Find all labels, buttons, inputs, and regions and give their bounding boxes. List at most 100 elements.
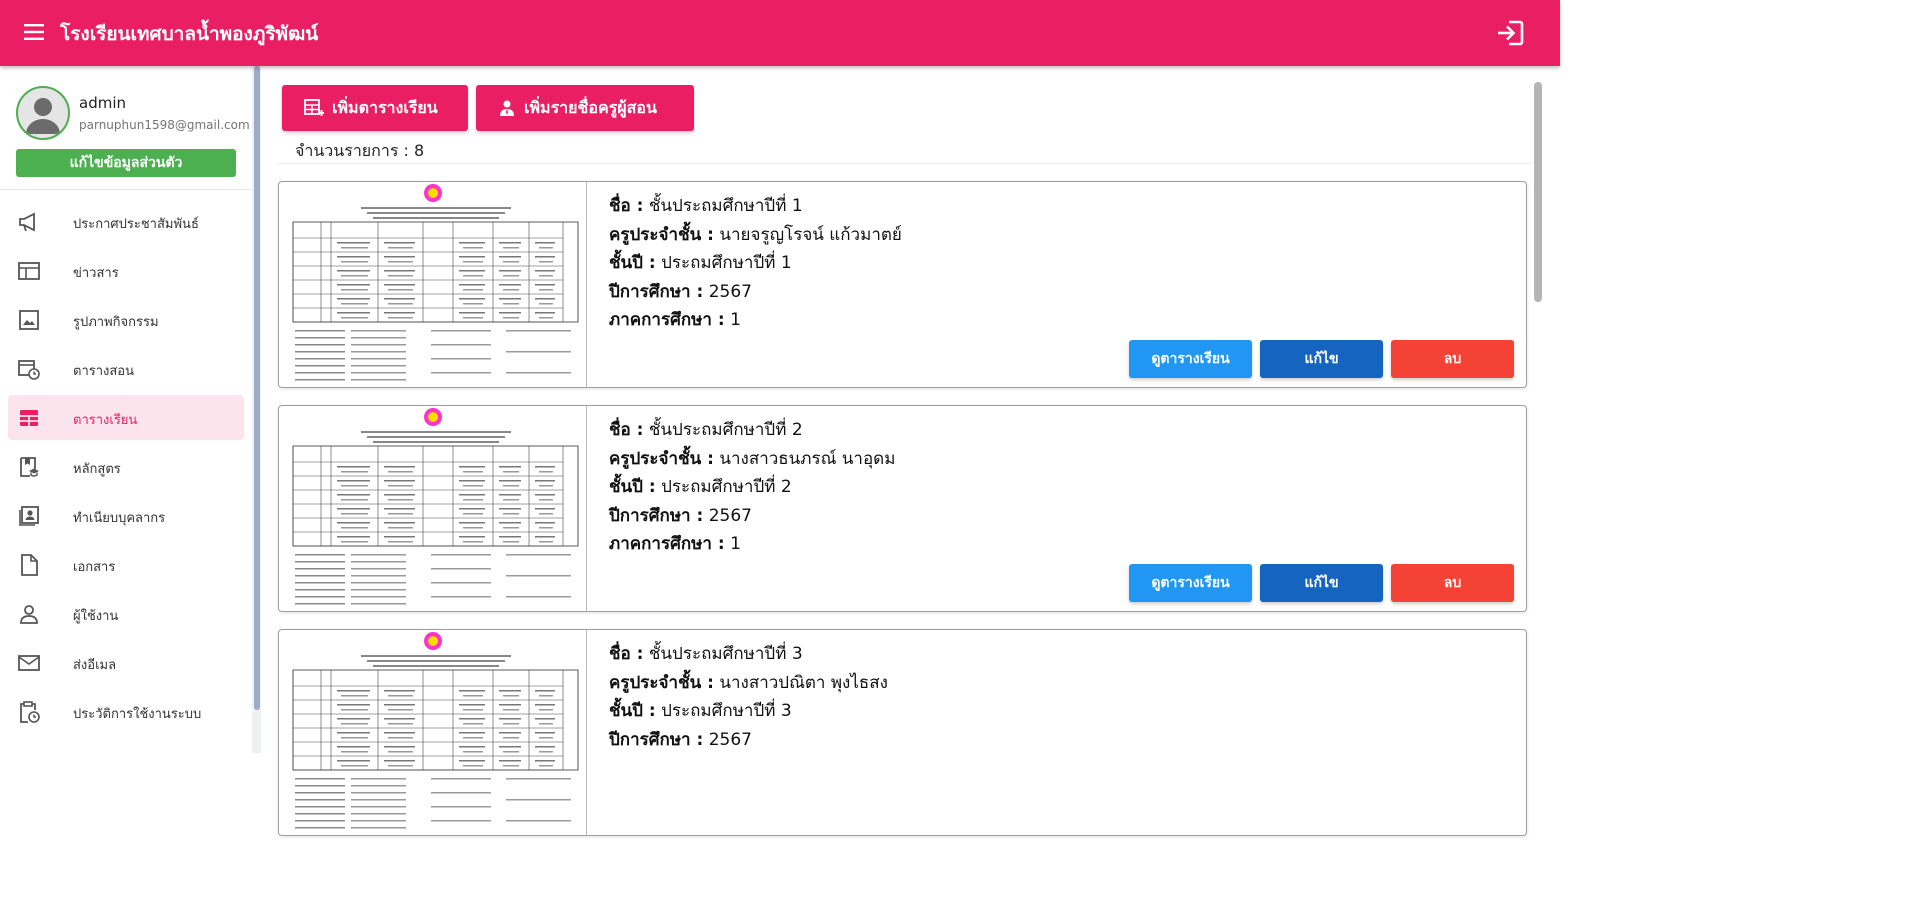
sidebar-item-personnel-directory[interactable]: ทำเนียบบุคลากร bbox=[8, 493, 244, 538]
card-info: ชื่อ : ชั้นประถมศึกษาปีที่ 2 ครูประจำชั้… bbox=[609, 416, 895, 559]
thumb-footer-text bbox=[351, 603, 406, 605]
card-name: ชั้นประถมศึกษาปีที่ 2 bbox=[648, 420, 803, 440]
thumb-footer-text bbox=[351, 379, 406, 381]
thumb-heading-line bbox=[361, 655, 511, 657]
table-icon bbox=[20, 410, 38, 426]
thumb-cell-text bbox=[459, 536, 485, 538]
thumb-footer-text bbox=[351, 785, 406, 787]
thumb-cell-text bbox=[539, 513, 553, 515]
edit-button[interactable]: แก้ไข bbox=[1260, 564, 1383, 602]
thumb-cell-text bbox=[539, 709, 553, 711]
sidebar-item-activity-images[interactable]: รูปภาพกิจกรรม bbox=[8, 297, 244, 342]
thumb-footer-text bbox=[351, 561, 406, 563]
sidebar-item-announcements[interactable]: ประกาศประชาสัมพันธ์ bbox=[8, 199, 244, 244]
news-icon bbox=[18, 262, 40, 280]
thumb-footer-text bbox=[295, 365, 345, 367]
year-label: ปีการศึกษา : bbox=[609, 281, 704, 302]
sidebar-item-users[interactable]: ผู้ใช้งาน bbox=[8, 591, 244, 636]
delete-button[interactable]: ลบ bbox=[1391, 564, 1514, 602]
thumb-footer-text bbox=[295, 820, 345, 822]
add-schedule-button[interactable]: เพิ่มตารางเรียน bbox=[282, 85, 468, 131]
sidebar-item-documents[interactable]: เอกสาร bbox=[8, 542, 244, 587]
thumb-cell-text bbox=[539, 499, 553, 501]
thumb-cell-text bbox=[535, 718, 555, 720]
thumb-cell-text bbox=[384, 298, 415, 300]
card-name: ชั้นประถมศึกษาปีที่ 3 bbox=[648, 644, 803, 664]
thumb-cell-text bbox=[384, 732, 415, 734]
add-teacher-label: เพิ่มรายชื่อครูผู้สอน bbox=[524, 97, 657, 117]
thumb-cell-text bbox=[459, 522, 485, 524]
term-label: ภาคการศึกษา : bbox=[609, 534, 725, 554]
edit-profile-button[interactable]: แก้ไขข้อมูลส่วนตัว bbox=[16, 149, 236, 177]
thumb-cell-text bbox=[337, 270, 370, 272]
sidebar-item-news[interactable]: ข่าวสาร bbox=[8, 248, 244, 293]
sidebar-scrollbar[interactable] bbox=[252, 66, 261, 753]
thumb-cell-text bbox=[384, 242, 415, 244]
thumb-cell-text bbox=[535, 312, 555, 314]
thumb-cell-text bbox=[503, 737, 519, 739]
thumb-cell-text bbox=[388, 485, 413, 487]
sidebar-scrollbar-thumb[interactable] bbox=[254, 66, 260, 710]
sidebar-item-teaching-schedule[interactable]: ตารางสอน bbox=[8, 346, 244, 391]
thumb-footer-text bbox=[295, 596, 345, 598]
grade-label: ชั้นปี : bbox=[609, 701, 656, 721]
thumb-cell-text bbox=[341, 513, 368, 515]
card-name: ชั้นประถมศึกษาปีที่ 1 bbox=[648, 196, 803, 216]
delete-button[interactable]: ลบ bbox=[1391, 340, 1514, 378]
calendar-clock-icon bbox=[18, 360, 40, 380]
edit-button[interactable]: แก้ไข bbox=[1260, 340, 1383, 378]
add-teacher-button[interactable]: เพิ่มรายชื่อครูผู้สอน bbox=[476, 85, 694, 131]
view-schedule-button[interactable]: ดูตารางเรียน bbox=[1129, 340, 1252, 378]
thumb-footer-text bbox=[351, 344, 406, 346]
main-scrollbar-thumb[interactable] bbox=[1534, 82, 1542, 302]
thumb-cell-text bbox=[341, 499, 368, 501]
thumb-cell-text bbox=[499, 732, 521, 734]
thumb-cell-text bbox=[499, 480, 521, 482]
sidebar-item-label: ประวัติการใช้งานระบบ bbox=[73, 707, 202, 722]
thumb-cell-text bbox=[384, 536, 415, 538]
thumb-footer-text bbox=[295, 575, 345, 577]
app-title: โรงเรียนเทศบาลน้ำพองภูริพัฒน์ bbox=[60, 23, 319, 45]
name-label: ชื่อ : bbox=[609, 196, 644, 216]
thumb-cell-text bbox=[388, 513, 413, 515]
thumb-cell-text bbox=[337, 746, 370, 748]
thumb-cell-text bbox=[341, 471, 368, 473]
sidebar-item-class-schedule[interactable]: ตารางเรียน bbox=[8, 395, 244, 440]
thumb-footer-text bbox=[506, 372, 571, 374]
sidebar-item-curriculum[interactable]: หลักสูตร bbox=[8, 444, 244, 489]
thumb-footer-text bbox=[295, 827, 345, 829]
thumb-cell-text bbox=[337, 494, 370, 496]
thumb-cell-text bbox=[337, 732, 370, 734]
thumb-cell-text bbox=[337, 256, 370, 258]
thumb-cell-text bbox=[341, 751, 368, 753]
sidebar-item-send-email[interactable]: ส่งอีเมล bbox=[8, 640, 244, 685]
schedule-thumbnail[interactable] bbox=[291, 182, 587, 387]
thumb-cell-text bbox=[337, 298, 370, 300]
card-year: 2567 bbox=[708, 281, 752, 302]
thumb-cell-text bbox=[384, 466, 415, 468]
thumb-cell-text bbox=[535, 746, 555, 748]
thumb-cell-text bbox=[539, 541, 553, 543]
view-schedule-button[interactable]: ดูตารางเรียน bbox=[1129, 564, 1252, 602]
thumb-cell-text bbox=[463, 485, 483, 487]
thumb-heading-line bbox=[361, 431, 511, 433]
thumb-cell-text bbox=[384, 270, 415, 272]
thumb-cell-text bbox=[341, 275, 368, 277]
thumb-footer-text bbox=[431, 778, 491, 780]
schedule-thumbnail[interactable] bbox=[291, 406, 587, 611]
thumb-footer-text bbox=[295, 344, 345, 346]
hamburger-menu-icon[interactable] bbox=[24, 22, 46, 42]
thumb-cell-text bbox=[337, 242, 370, 244]
sidebar-item-usage-history[interactable]: ประวัติการใช้งานระบบ bbox=[8, 689, 244, 734]
thumb-grid-frame bbox=[292, 445, 579, 547]
thumb-cell-text bbox=[503, 541, 519, 543]
thumb-footer-text bbox=[351, 799, 406, 801]
thumb-footer-text bbox=[431, 344, 491, 346]
schedule-thumbnail[interactable] bbox=[291, 630, 587, 835]
thumb-footer-text bbox=[295, 582, 345, 584]
thumb-cell-text bbox=[539, 247, 553, 249]
thumb-cell-text bbox=[463, 471, 483, 473]
table-plus-icon bbox=[304, 99, 324, 116]
logout-icon[interactable] bbox=[1496, 20, 1524, 46]
thumb-cell-text bbox=[459, 284, 485, 286]
